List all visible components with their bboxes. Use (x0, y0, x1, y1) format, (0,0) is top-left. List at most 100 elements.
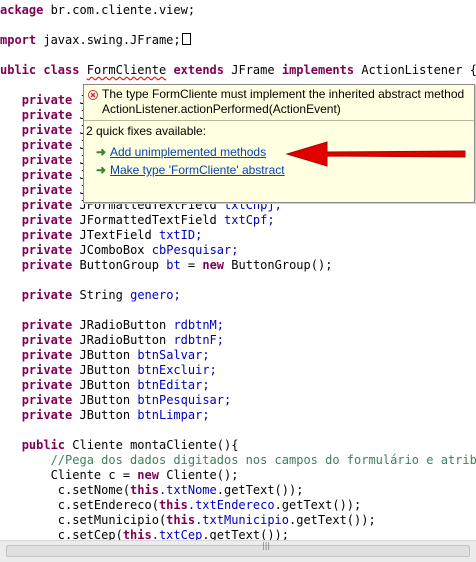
field-name: btnEditar; (137, 378, 210, 392)
keyword: ublic (0, 63, 37, 77)
code-line: private JButton btnPesquisar; (0, 393, 232, 408)
keyword: this (158, 498, 188, 512)
code-text: Cliente(); (158, 468, 239, 482)
code-text: Cliente c = (50, 468, 138, 482)
keyword: private (21, 288, 73, 302)
code-line: private JButton btnEditar; (0, 378, 210, 393)
grip-icon: ||| (262, 541, 271, 550)
keyword: private (21, 108, 73, 122)
error-icon (88, 90, 98, 100)
code-line: private String genero; (0, 288, 181, 303)
code-text: JButton (79, 393, 131, 407)
keyword: this (122, 528, 152, 540)
keyword: private (21, 333, 73, 347)
code-line: private J (0, 168, 87, 183)
keyword: public (21, 438, 66, 452)
quick-fix-add-unimplemented-methods[interactable]: ➜ Add unimplemented methods (96, 144, 266, 160)
keyword: private (21, 168, 73, 182)
code-line: private JComboBox cbPesquisar; (0, 243, 239, 258)
code-text: JRadioButton (79, 318, 167, 332)
keyword: extends (173, 63, 225, 77)
code-text: JFrame (231, 63, 275, 77)
code-line: private ButtonGroup bt = new ButtonGroup… (0, 258, 333, 273)
keyword: new (202, 258, 225, 272)
field-name: cbPesquisar; (151, 243, 239, 257)
field-name: btnPesquisar; (137, 393, 232, 407)
keyword: private (21, 198, 73, 212)
field-name: txtCpf; (224, 213, 275, 227)
keyword: private (21, 348, 73, 362)
code-text: JComboBox (79, 243, 145, 257)
field-name: btnSalvar; (137, 348, 210, 362)
green-arrow-icon: ➜ (96, 163, 107, 177)
keyword: private (21, 393, 73, 407)
code-line: private J (0, 138, 87, 153)
field-name: txtID; (158, 228, 203, 242)
code-line: private JRadioButton rdbtnM; (0, 318, 224, 333)
field-name: .txtNome (158, 483, 217, 497)
code-text: JFormattedTextField (79, 213, 217, 227)
code-text: Cliente montaCliente(){ (65, 438, 239, 452)
keyword: private (21, 243, 73, 257)
class-declaration-line: ublic class FormCliente extends JFrame i… (0, 63, 476, 78)
code-text: JButton (79, 348, 131, 362)
code-line: private JFormattedTextField txtCpf; (0, 213, 275, 228)
code-line: Cliente c = new Cliente(); (0, 468, 239, 483)
code-line: private J (0, 93, 87, 108)
keyword: private (21, 138, 73, 152)
code-line: private JTextField txtID; (0, 228, 203, 243)
keyword: this (166, 513, 196, 527)
red-annotation-arrow-icon (285, 141, 466, 167)
keyword: implements (281, 63, 355, 77)
code-line: private J (0, 123, 87, 138)
quick-fix-link[interactable]: Make type 'FormCliente' abstract (110, 163, 285, 177)
code-text: br.com.cliente.view; (43, 3, 196, 17)
field-name: .txtEndereco (187, 498, 275, 512)
keyword: private (21, 378, 73, 392)
keyword: private (21, 93, 73, 107)
code-line: c.setCep(this.txtCep.getText()); (0, 528, 289, 540)
code-line: private JRadioButton rdbtnF; (0, 333, 224, 348)
field-name: rdbtnF; (173, 333, 225, 347)
keyword: new (137, 468, 159, 482)
code-editor[interactable]: ackage br.com.cliente.view; mport javax.… (0, 0, 476, 540)
horizontal-scrollbar[interactable]: ||| (0, 540, 476, 562)
code-line: c.setMunicipio(this.txtMunicipio.getText… (0, 513, 376, 528)
code-comment: //Pega dos dados digitados nos campos do… (50, 453, 476, 467)
field-name: btnLimpar; (137, 408, 210, 422)
code-line: private J (0, 153, 87, 168)
code-line: private JButton btnExcluir; (0, 363, 217, 378)
keyword: ackage (0, 3, 44, 17)
code-text: .getText()); (274, 498, 362, 512)
code-line: mport javax.swing.JFrame; (0, 33, 191, 48)
error-message: The type FormCliente must implement the … (102, 87, 470, 117)
code-text: JRadioButton (79, 333, 167, 347)
code-text: .getText()); (216, 483, 304, 497)
field-name: .txtMunicipio (195, 513, 289, 527)
code-line: //Pega dos dados digitados nos campos do… (0, 453, 476, 468)
error-message-line: ActionListener.actionPerformed(ActionEve… (102, 102, 341, 116)
code-text: .getText()); (202, 528, 290, 540)
code-line: public Cliente montaCliente(){ (0, 438, 239, 453)
field-name: btnExcluir; (137, 363, 217, 377)
code-text: JButton (79, 378, 131, 392)
code-line: c.setNome(this.txtNome.getText()); (0, 483, 304, 498)
code-text: c.setNome( (57, 483, 131, 497)
keyword: private (21, 213, 73, 227)
code-text: c.setCep( (57, 528, 123, 540)
keyword: private (21, 153, 73, 167)
code-text: ButtonGroup (79, 258, 159, 272)
scrollbar-thumb[interactable] (6, 545, 470, 557)
field-name: bt (166, 258, 181, 272)
quick-fix-make-abstract[interactable]: ➜ Make type 'FormCliente' abstract (96, 162, 285, 178)
code-text: String (79, 288, 123, 302)
field-name: .txtCep (151, 528, 203, 540)
code-line: c.setEndereco(this.txtEndereco.getText()… (0, 498, 361, 513)
error-class-name[interactable]: FormCliente (87, 63, 166, 77)
quick-fix-link[interactable]: Add unimplemented methods (110, 145, 266, 159)
keyword: this (130, 483, 159, 497)
keyword: private (21, 183, 73, 197)
divider (84, 120, 474, 121)
keyword: private (21, 258, 73, 272)
code-text: ActionListener { (361, 63, 476, 77)
